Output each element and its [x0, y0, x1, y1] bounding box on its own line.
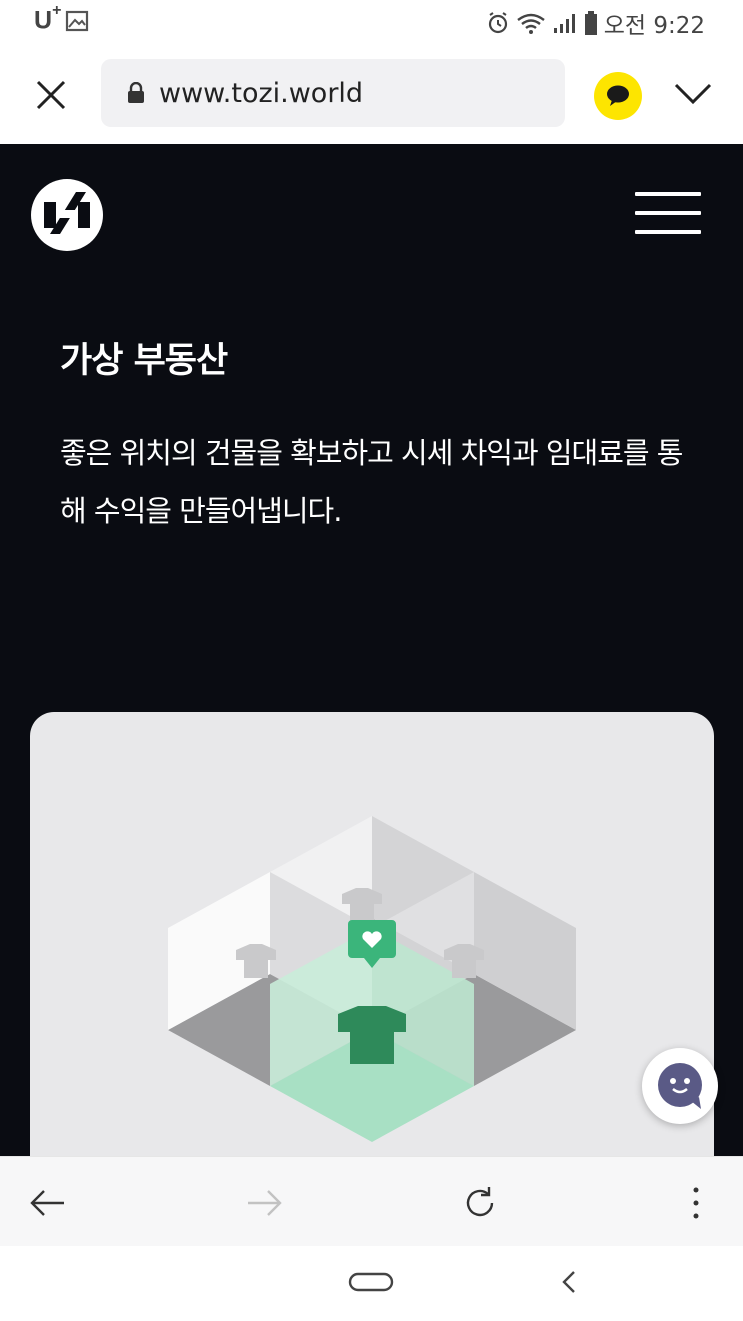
url-text: www.tozi.world [159, 77, 364, 109]
back-button[interactable] [26, 1181, 70, 1225]
status-bar: U+ 오전 9:22 [0, 0, 743, 46]
web-page: 가상 부동산 좋은 위치의 건물을 확보하고 시세 차익과 임대료를 통해 수익… [0, 144, 743, 1156]
carrier-label: U+ [34, 2, 62, 35]
browser-toolbar [0, 1156, 743, 1246]
battery-icon [584, 11, 597, 35]
status-bar-right: 오전 9:22 [486, 6, 705, 40]
alarm-icon [488, 12, 507, 34]
lock-icon [128, 82, 144, 103]
hamburger-menu-button[interactable] [635, 192, 701, 236]
reload-button[interactable] [458, 1181, 502, 1225]
browser-address-bar: www.tozi.world [0, 46, 743, 144]
home-pill-icon[interactable] [348, 1272, 394, 1292]
illustration-card [30, 712, 714, 1156]
kakao-share-button[interactable] [594, 72, 642, 120]
system-back-icon[interactable] [560, 1270, 580, 1294]
more-vertical-icon [693, 1187, 699, 1219]
close-button[interactable] [32, 76, 70, 114]
reload-icon [466, 1187, 494, 1217]
close-icon [36, 80, 66, 110]
url-field[interactable]: www.tozi.world [101, 59, 565, 127]
site-logo[interactable] [30, 178, 104, 252]
forward-button[interactable] [242, 1181, 286, 1225]
chevron-down-icon [674, 83, 712, 105]
menu-line [635, 192, 701, 196]
status-bar-left: U+ [34, 2, 89, 35]
more-options-button[interactable] [674, 1181, 718, 1225]
virtual-real-estate-illustration [168, 816, 576, 1142]
wifi-icon [516, 13, 545, 34]
arrow-left-icon [30, 1190, 64, 1216]
arrow-right-icon [248, 1190, 282, 1216]
kakao-talk-icon [607, 85, 629, 106]
expand-menu-button[interactable] [672, 76, 714, 112]
section-title: 가상 부동산 [60, 341, 228, 381]
status-time: 오전 9:22 [603, 13, 705, 39]
chatbot-icon [658, 1063, 702, 1109]
section-description: 좋은 위치의 건물을 확보하고 시세 차익과 임대료를 통해 수익을 만들어냅니… [60, 436, 684, 528]
chatbot-button[interactable] [642, 1048, 718, 1124]
signal-icon [553, 14, 575, 33]
menu-line [635, 230, 701, 234]
image-notification-icon [66, 10, 89, 31]
menu-line [635, 211, 701, 215]
system-navigation-bar [0, 1246, 743, 1321]
tozi-logo-icon [31, 179, 103, 251]
